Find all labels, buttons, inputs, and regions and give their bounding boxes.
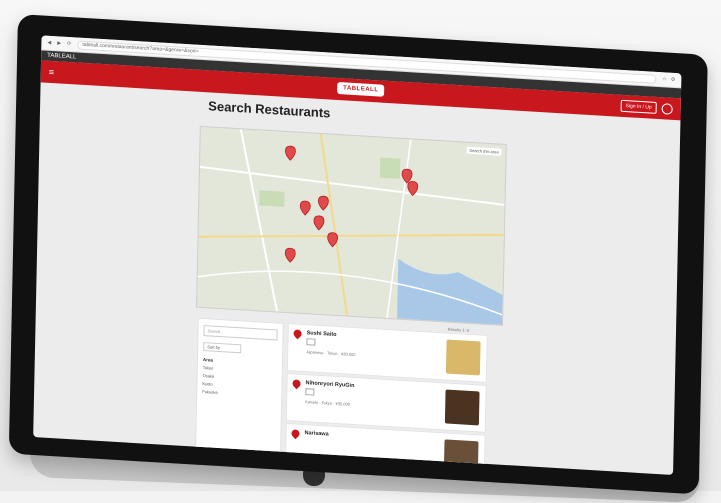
imac-scene: ◀ ▶ ⟳ tableall.com/restaurant/search?are… [0, 0, 721, 503]
user-icon[interactable] [661, 102, 673, 115]
restaurant-photo[interactable] [445, 339, 481, 376]
sort-select[interactable]: Sort by [203, 342, 242, 354]
location-pin-icon [289, 427, 302, 440]
badge-icon [306, 338, 316, 346]
filter-item[interactable]: Fukuoka [202, 389, 276, 398]
forward-icon[interactable]: ▶ [57, 40, 61, 46]
results-map[interactable]: Search this area [196, 125, 507, 326]
signin-button[interactable]: Sign In / Up [620, 99, 657, 114]
page-title: Search Restaurants [208, 98, 331, 121]
site-logo[interactable]: TABLEALL [337, 81, 385, 97]
map-canvas[interactable] [197, 126, 506, 325]
extensions-icon[interactable]: ⚙ [671, 77, 676, 83]
hamburger-icon[interactable]: ≡ [49, 67, 54, 77]
star-icon[interactable]: ☆ [662, 76, 667, 82]
monitor-bezel: ◀ ▶ ⟳ tableall.com/restaurant/search?are… [8, 14, 708, 495]
restaurant-name[interactable]: Sushi Saito [307, 330, 337, 338]
restaurant-meta: Japanese · Tokyo · ¥30,000 [306, 349, 356, 358]
reload-icon[interactable]: ⟳ [67, 41, 71, 47]
screen: ◀ ▶ ⟳ tableall.com/restaurant/search?are… [33, 35, 682, 475]
badge-icon [305, 388, 315, 396]
restaurant-meta: Kaiseki · Tokyo · ¥35,000 [305, 399, 351, 407]
location-pin-icon [291, 328, 304, 340]
filter-panel: Search... Sort by Area Tokyo Osaka Kyoto… [194, 317, 284, 475]
location-pin-icon [290, 377, 303, 390]
filter-search-input[interactable]: Search... [203, 325, 278, 341]
back-icon[interactable]: ◀ [47, 40, 51, 46]
restaurant-photo[interactable] [444, 389, 480, 426]
restaurant-name[interactable]: Narisawa [304, 430, 328, 437]
restaurant-photo[interactable] [443, 439, 479, 475]
